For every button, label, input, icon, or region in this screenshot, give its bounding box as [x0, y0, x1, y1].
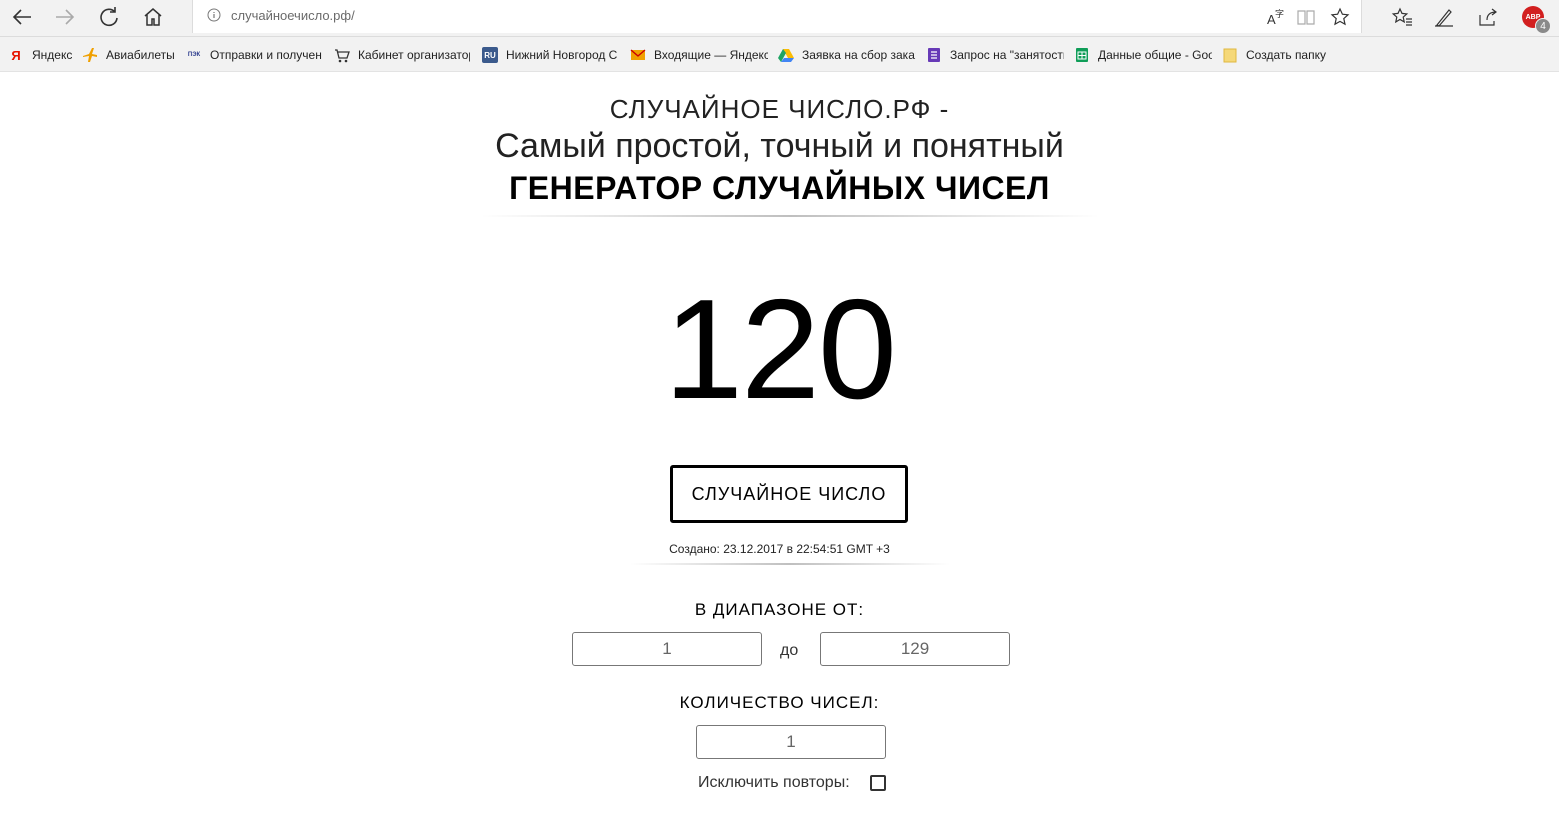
result-divider	[630, 563, 950, 565]
refresh-button[interactable]	[95, 4, 123, 30]
svg-text:字: 字	[1275, 8, 1284, 20]
notes-pen-icon[interactable]	[1430, 5, 1458, 29]
range-from-input[interactable]	[572, 632, 762, 666]
favorite-item-new-folder[interactable]: Создать папку	[1222, 47, 1332, 63]
favorite-item-pecom[interactable]: ПЭК Отправки и получен	[186, 47, 324, 63]
favorite-label: Нижний Новгород С	[506, 48, 618, 62]
generate-random-button[interactable]: СЛУЧАЙНОЕ ЧИСЛО	[670, 465, 908, 523]
back-button[interactable]	[8, 4, 36, 30]
favorites-bar: Я Яндекс Авиабилеты ПЭК Отправки и получ…	[0, 37, 1559, 72]
favorite-label: Авиабилеты	[106, 48, 175, 62]
count-label: КОЛИЧЕСТВО ЧИСЕЛ:	[679, 693, 880, 712]
exclude-repeats-checkbox[interactable]	[870, 775, 886, 791]
favorite-item-yandex[interactable]: Я Яндекс	[8, 47, 74, 63]
browser-toolbar: случайноечисло.рф/ A字 ABP 4	[0, 0, 1559, 37]
favorite-item-avia[interactable]: Авиабилеты	[82, 47, 176, 63]
favorite-label: Данные общие - Goo	[1098, 48, 1212, 62]
yandex-icon: Я	[11, 47, 21, 63]
adblock-count-badge: 4	[1535, 18, 1551, 34]
drive-icon	[778, 47, 794, 63]
range-to-input[interactable]	[820, 632, 1010, 666]
forward-arrow-icon	[56, 9, 75, 25]
random-number-result: 120	[664, 270, 897, 429]
count-input[interactable]	[696, 725, 886, 759]
pecom-icon: ПЭК	[187, 52, 201, 58]
reading-view-icon[interactable]	[1294, 5, 1318, 29]
ru-icon: RU	[482, 47, 498, 63]
favorite-label: Яндекс	[32, 48, 73, 62]
favorite-label: Создать папку	[1246, 48, 1326, 62]
created-timestamp: Создано: 23.12.2017 в 22:54:51 GMT +3	[669, 542, 890, 556]
address-bar[interactable]: случайноечисло.рф/ A字	[192, 0, 1362, 33]
favorite-label: Кабинет организатор	[358, 48, 470, 62]
forward-button[interactable]	[51, 4, 79, 30]
favorite-item-cabinet[interactable]: Кабинет организатор	[334, 47, 470, 63]
refresh-icon	[100, 7, 118, 27]
back-arrow-icon	[12, 9, 31, 25]
mail-icon	[630, 47, 646, 63]
favorite-label: Заявка на сбор зака:	[802, 48, 916, 62]
cart-icon	[334, 47, 350, 63]
favorite-item-sheets[interactable]: Данные общие - Goo	[1074, 47, 1212, 63]
site-title: СЛУЧАЙНОЕ ЧИСЛО.РФ -	[609, 94, 950, 124]
sheets-icon	[1074, 47, 1090, 63]
favorite-star-icon[interactable]	[1328, 5, 1352, 29]
favorite-item-mail[interactable]: Входящие — Яндекс	[630, 47, 768, 63]
url-text[interactable]: случайноечисло.рф/	[231, 8, 355, 23]
range-separator: до	[780, 642, 799, 659]
favorite-label: Входящие — Яндекс	[654, 48, 768, 62]
favorite-item-nn[interactable]: RU Нижний Новгород С	[482, 47, 620, 63]
header-divider	[480, 215, 1100, 217]
share-icon[interactable]	[1474, 5, 1502, 29]
translate-icon[interactable]: A字	[1263, 5, 1287, 29]
favorite-label: Отправки и получен	[210, 48, 322, 62]
home-button[interactable]	[139, 4, 167, 30]
favorite-label: Запрос на "занятости	[950, 48, 1064, 62]
favorites-hub-icon[interactable]	[1388, 5, 1416, 29]
forms-icon	[926, 47, 942, 63]
site-subtitle: Самый простой, точный и понятный	[495, 127, 1064, 165]
folder-icon	[1222, 47, 1238, 63]
favorite-item-forms[interactable]: Запрос на "занятости	[926, 47, 1064, 63]
exclude-repeats-label: Исключить повторы:	[698, 774, 850, 791]
range-label: В ДИАПАЗОНЕ ОТ:	[694, 600, 865, 619]
info-icon[interactable]	[207, 8, 221, 27]
plane-icon	[82, 47, 98, 63]
home-icon	[144, 8, 162, 26]
page-heading: ГЕНЕРАТОР СЛУЧАЙНЫХ ЧИСЕЛ	[509, 170, 1050, 206]
favorite-item-drive[interactable]: Заявка на сбор зака:	[778, 47, 916, 63]
